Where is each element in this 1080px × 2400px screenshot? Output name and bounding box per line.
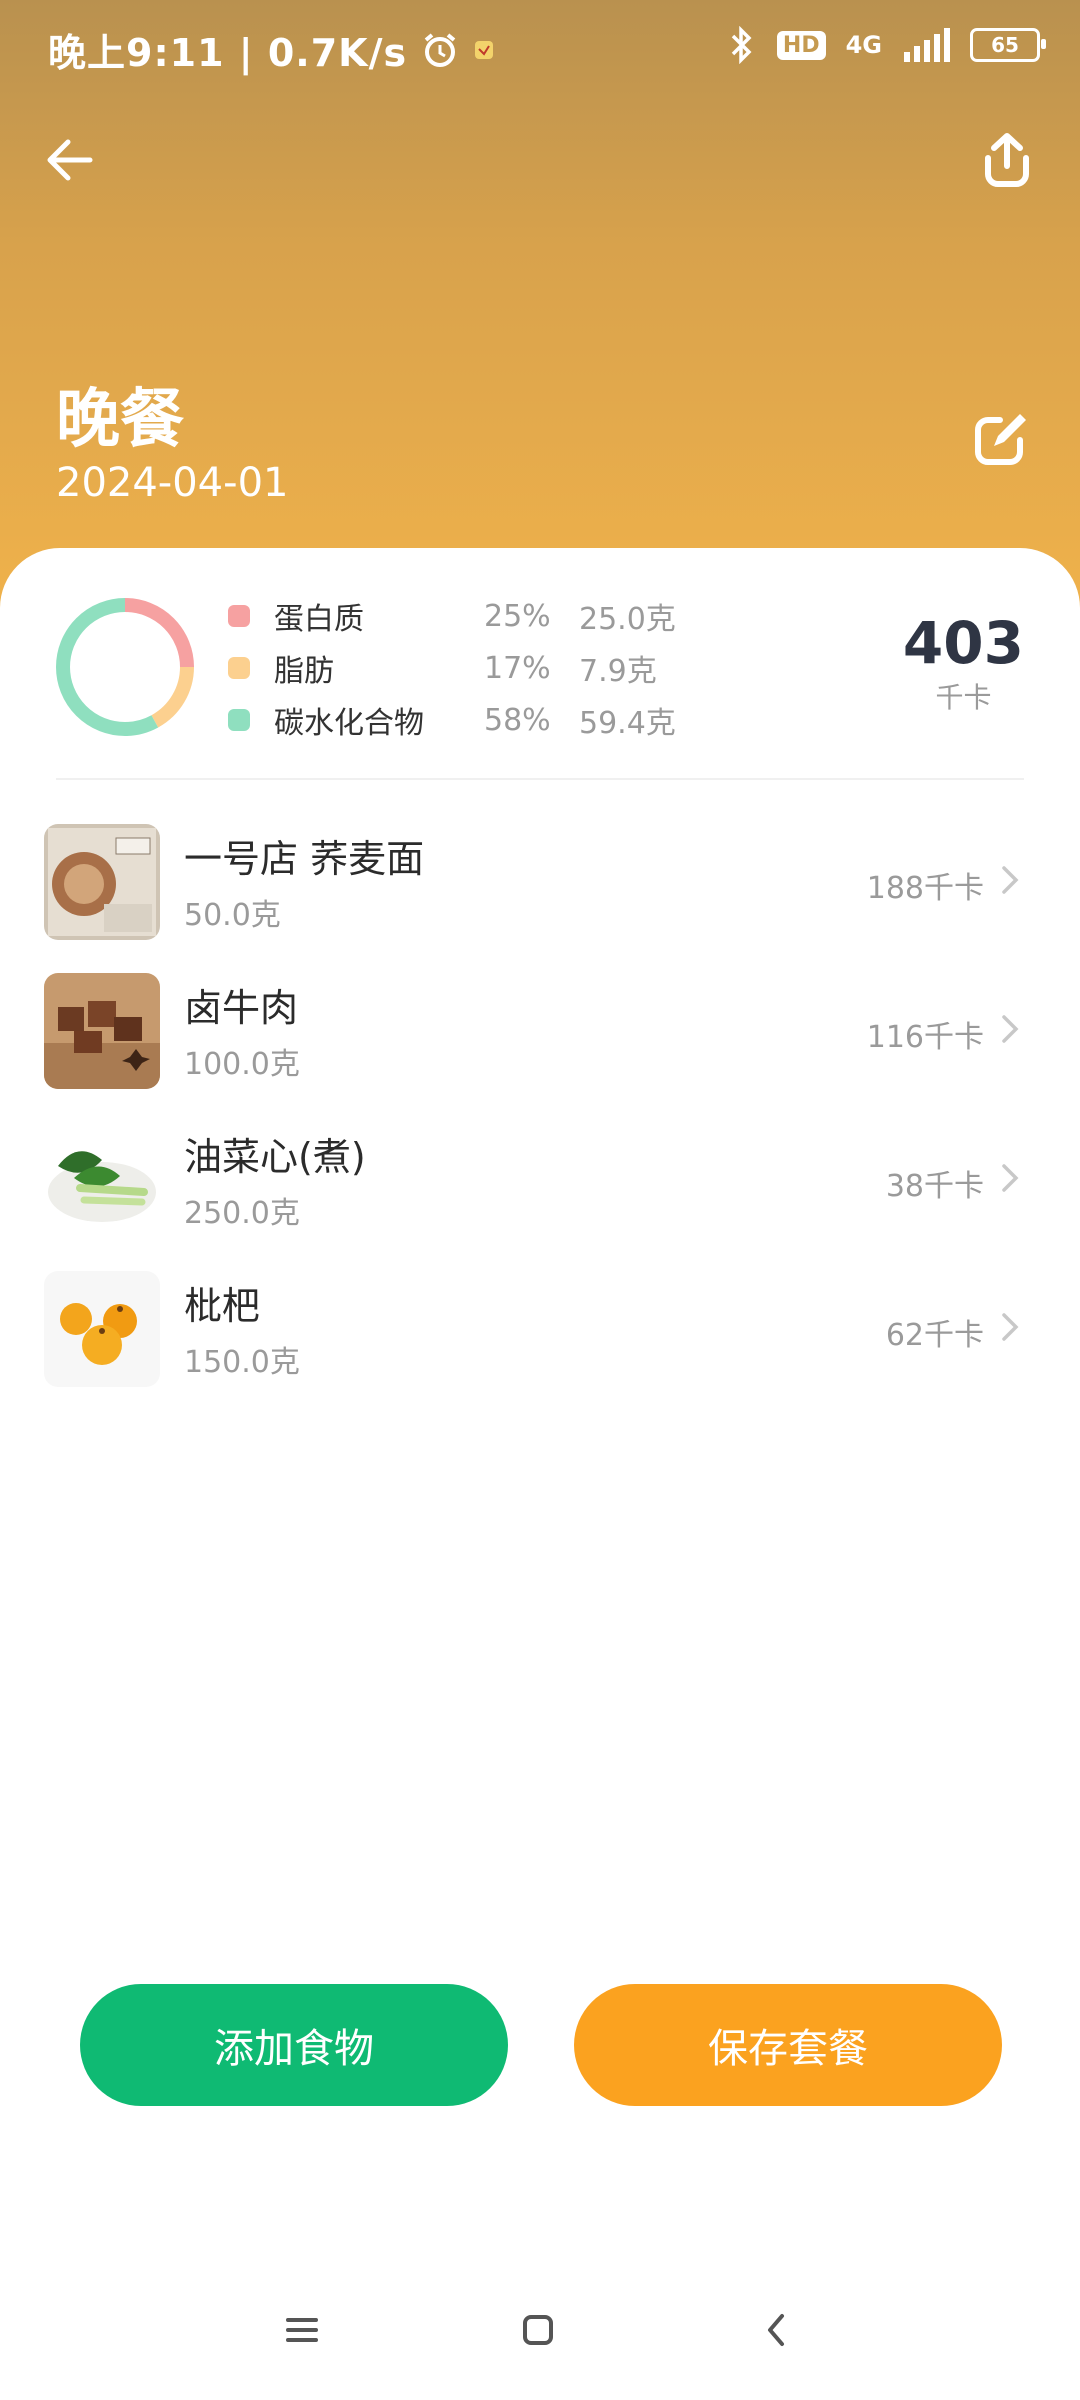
status-time: 晚上9:11 | 0.7K/s bbox=[48, 31, 408, 75]
battery-level: 65 bbox=[991, 33, 1019, 57]
status-left: 晚上9:11 | 0.7K/s bbox=[48, 22, 495, 77]
total-calories-value: 403 bbox=[902, 609, 1024, 677]
hd-badge: HD bbox=[776, 30, 826, 60]
legend-percent: 25% bbox=[484, 598, 551, 634]
back-arrow-icon[interactable] bbox=[40, 130, 100, 190]
alarm-icon bbox=[424, 32, 456, 67]
food-item-loquat[interactable]: 枇杷 150.0克 62千卡 bbox=[0, 1265, 1080, 1414]
macro-legend: 蛋白质 25% 25.0克 脂肪 17% 7.9克 碳水化合物 58% 59.4… bbox=[228, 590, 688, 746]
legend-grams: 7.9克 bbox=[579, 654, 657, 689]
bok-choy-photo bbox=[44, 1122, 160, 1238]
food-calories: 188千卡 bbox=[866, 871, 984, 906]
food-name: 一号店 荞麦面 bbox=[184, 837, 425, 881]
noodle-package-photo bbox=[44, 824, 160, 940]
system-navigation-bar bbox=[0, 2280, 1080, 2380]
legend-row-carbs: 碳水化合物 58% 59.4克 bbox=[228, 694, 688, 746]
food-quantity: 50.0克 bbox=[184, 898, 281, 933]
food-item-bok-choy[interactable]: 油菜心(煮) 250.0克 38千卡 bbox=[0, 1116, 1080, 1265]
food-list: 一号店 荞麦面 50.0克 188千卡 卤牛肉 100.0克 116千卡 油菜心… bbox=[0, 818, 1080, 1414]
food-quantity: 250.0克 bbox=[184, 1196, 300, 1231]
battery-icon: 65 bbox=[970, 28, 1046, 62]
protein-color-dot bbox=[228, 605, 250, 627]
legend-grams: 59.4克 bbox=[579, 706, 676, 741]
braised-beef-photo bbox=[44, 973, 160, 1089]
food-quantity: 100.0克 bbox=[184, 1047, 300, 1082]
status-right: HD 4G 65 bbox=[727, 26, 1046, 64]
add-food-button[interactable]: 添加食物 bbox=[80, 1984, 508, 2106]
home-icon[interactable] bbox=[508, 2300, 568, 2360]
food-calories: 116千卡 bbox=[866, 1020, 984, 1055]
loquat-photo bbox=[44, 1271, 160, 1387]
food-name: 枇杷 bbox=[184, 1284, 261, 1328]
divider bbox=[56, 778, 1024, 780]
bluetooth-icon bbox=[731, 26, 752, 64]
legend-row-fat: 脂肪 17% 7.9克 bbox=[228, 642, 688, 694]
signal-icon bbox=[904, 28, 950, 62]
chevron-right-icon bbox=[1002, 1015, 1019, 1043]
total-calories: 403 千卡 bbox=[903, 610, 1024, 716]
food-calories: 38千卡 bbox=[885, 1169, 984, 1204]
food-quantity: 150.0克 bbox=[184, 1345, 300, 1380]
meal-date: 2024-04-01 bbox=[56, 460, 289, 506]
legend-row-protein: 蛋白质 25% 25.0克 bbox=[228, 590, 688, 642]
menu-icon[interactable] bbox=[272, 2300, 332, 2360]
legend-name: 碳水化合物 bbox=[274, 706, 424, 741]
food-name: 卤牛肉 bbox=[184, 986, 299, 1030]
meal-title: 晚餐 bbox=[56, 383, 184, 457]
total-calories-unit: 千卡 bbox=[935, 681, 992, 714]
network-type: 4G bbox=[845, 31, 882, 59]
food-item-braised-beef[interactable]: 卤牛肉 100.0克 116千卡 bbox=[0, 967, 1080, 1116]
chevron-right-icon bbox=[1002, 1164, 1019, 1192]
share-upload-icon[interactable] bbox=[974, 128, 1040, 194]
legend-name: 蛋白质 bbox=[274, 602, 364, 637]
food-calories: 62千卡 bbox=[885, 1318, 984, 1353]
carbs-color-dot bbox=[228, 709, 250, 731]
legend-grams: 25.0克 bbox=[579, 602, 676, 637]
chevron-right-icon bbox=[1002, 1313, 1019, 1341]
edit-icon[interactable] bbox=[964, 400, 1040, 476]
status-bar: 晚上9:11 | 0.7K/s HD 4G 65 bbox=[0, 0, 1080, 100]
legend-name: 脂肪 bbox=[274, 654, 334, 689]
legend-percent: 58% bbox=[484, 702, 551, 738]
notification-app-icon bbox=[475, 40, 494, 59]
food-item-buckwheat-noodle[interactable]: 一号店 荞麦面 50.0克 188千卡 bbox=[0, 818, 1080, 967]
legend-percent: 17% bbox=[484, 650, 551, 686]
save-combo-button[interactable]: 保存套餐 bbox=[574, 1984, 1002, 2106]
macro-donut-chart bbox=[56, 598, 194, 736]
fat-color-dot bbox=[228, 657, 250, 679]
back-nav-icon[interactable] bbox=[746, 2300, 806, 2360]
chevron-right-icon bbox=[1002, 866, 1019, 894]
food-name: 油菜心(煮) bbox=[184, 1135, 366, 1179]
